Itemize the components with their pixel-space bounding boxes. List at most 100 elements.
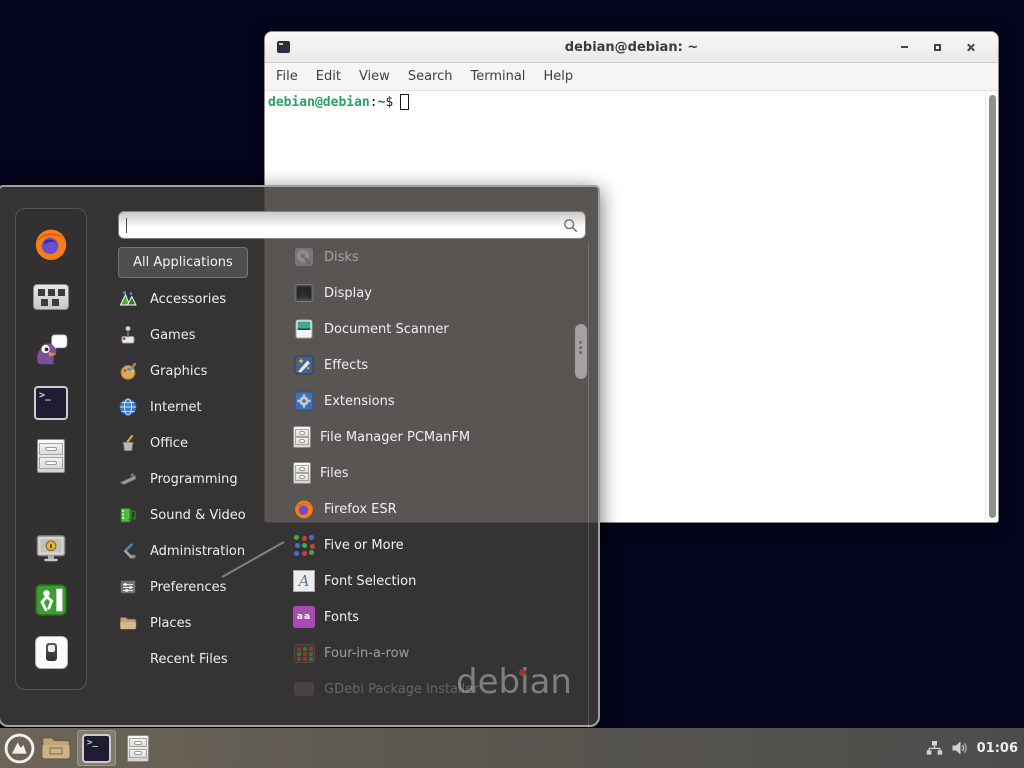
terminal-glyph: >_ (39, 390, 51, 401)
file-manager-icon (293, 426, 311, 448)
app-label: Five or More (324, 538, 404, 553)
category-internet[interactable]: Internet (118, 389, 278, 425)
minimize-button[interactable] (894, 37, 914, 57)
app-label: Display (324, 286, 372, 301)
all-applications-label: All Applications (133, 255, 233, 270)
category-places[interactable]: Places (118, 605, 278, 641)
window-controls (894, 37, 998, 57)
close-button[interactable] (960, 37, 980, 57)
files-icon (293, 462, 311, 484)
app-fonts[interactable]: aa Fonts (267, 599, 567, 635)
menu-terminal[interactable]: Terminal (461, 66, 534, 87)
category-list: Accessories Games Graphics Internet (118, 281, 278, 677)
terminal-titlebar[interactable]: debian@debian: ~ (265, 32, 998, 63)
app-extensions[interactable]: Extensions (267, 383, 567, 419)
app-disks[interactable]: Disks (267, 239, 567, 275)
app-file-manager-pcmanfm[interactable]: File Manager PCManFM (267, 419, 567, 455)
shutdown-button[interactable] (32, 633, 70, 671)
menu-scrollbar-thumb[interactable] (575, 324, 587, 379)
terminal-window-button[interactable]: >_ (77, 730, 116, 766)
clock[interactable]: 01:06 (977, 741, 1018, 756)
files-favorite-icon (37, 439, 65, 473)
category-label: Recent Files (150, 652, 228, 667)
files-task-icon (127, 735, 149, 762)
applications-menu: >_ (0, 185, 600, 727)
display-icon (293, 282, 315, 304)
category-recent-files[interactable]: Recent Files (118, 641, 278, 677)
menu-button[interactable] (4, 730, 35, 766)
volume-icon[interactable] (951, 740, 969, 756)
category-graphics[interactable]: Graphics (118, 353, 278, 389)
category-administration[interactable]: Administration (118, 533, 278, 569)
terminal-scrollbar-thumb[interactable] (989, 95, 996, 518)
system-tray: 01:06 (926, 740, 1024, 756)
terminal-favorite-button[interactable]: >_ (32, 384, 70, 422)
app-files[interactable]: Files (267, 455, 567, 491)
category-label: Administration (150, 544, 245, 559)
fonts-icon: aa (293, 606, 315, 628)
terminal-favorite-icon: >_ (34, 386, 68, 420)
firefox-favorite-icon (32, 225, 70, 263)
menu-edit[interactable]: Edit (307, 66, 350, 87)
app-label: Disks (324, 250, 359, 265)
menu-view[interactable]: View (350, 66, 399, 87)
menu-logo-icon (4, 733, 35, 764)
files-window-button[interactable] (127, 730, 149, 766)
pidgin-button[interactable] (32, 331, 70, 369)
firefox-favorite-button[interactable] (32, 225, 70, 263)
files-favorite-button[interactable] (32, 437, 70, 475)
office-icon (118, 433, 138, 453)
search-input[interactable] (118, 211, 586, 239)
app-effects[interactable]: Effects (267, 347, 567, 383)
administration-icon (118, 541, 138, 561)
app-firefox-esr[interactable]: Firefox ESR (267, 491, 567, 527)
category-label: Accessories (150, 292, 226, 307)
network-icon[interactable] (926, 740, 943, 756)
firefox-icon (293, 498, 315, 520)
logout-icon (33, 582, 69, 618)
category-label: Games (150, 328, 195, 343)
watermark-red-dot (519, 669, 526, 676)
menu-file[interactable]: File (267, 66, 307, 87)
desktop: debian@debian: ~ File Edit View Search T… (0, 0, 1024, 768)
logout-button[interactable] (32, 581, 70, 619)
category-label: Office (150, 436, 188, 451)
file-manager-launcher[interactable] (41, 730, 71, 766)
software-manager-button[interactable] (32, 278, 70, 316)
category-preferences[interactable]: Preferences (118, 569, 278, 605)
category-accessories[interactable]: Accessories (118, 281, 278, 317)
folder-icon (41, 735, 71, 761)
app-font-selection[interactable]: A Font Selection (267, 563, 567, 599)
accessories-icon (118, 289, 138, 309)
recent-files-spacer (118, 649, 138, 669)
maximize-button[interactable] (927, 37, 947, 57)
category-games[interactable]: Games (118, 317, 278, 353)
menu-search[interactable]: Search (399, 66, 462, 87)
app-five-or-more[interactable]: Five or More (267, 527, 567, 563)
maximize-icon (934, 44, 941, 51)
app-label: Document Scanner (324, 322, 449, 337)
four-in-a-row-icon (293, 642, 315, 664)
lock-screen-icon (33, 530, 69, 566)
terminal-task-icon: >_ (82, 734, 111, 763)
category-label: Sound & Video (150, 508, 246, 523)
category-sound-video[interactable]: Sound & Video (118, 497, 278, 533)
app-label: Effects (324, 358, 368, 373)
menu-help[interactable]: Help (534, 66, 582, 87)
software-icon (33, 284, 69, 310)
internet-icon (118, 397, 138, 417)
extensions-icon (293, 390, 315, 412)
app-display[interactable]: Display (267, 275, 567, 311)
lock-screen-button[interactable] (32, 529, 70, 567)
font-selection-icon: A (293, 570, 315, 592)
graphics-icon (118, 361, 138, 381)
category-label: Places (150, 616, 191, 631)
category-programming[interactable]: Programming (118, 461, 278, 497)
search-icon (563, 218, 578, 233)
application-list: Disks Display Document Scanner Effects (267, 239, 567, 707)
terminal-scrollbar[interactable] (985, 91, 998, 522)
terminal-cursor (400, 94, 409, 110)
all-applications-button[interactable]: All Applications (118, 247, 248, 278)
category-office[interactable]: Office (118, 425, 278, 461)
app-document-scanner[interactable]: Document Scanner (267, 311, 567, 347)
